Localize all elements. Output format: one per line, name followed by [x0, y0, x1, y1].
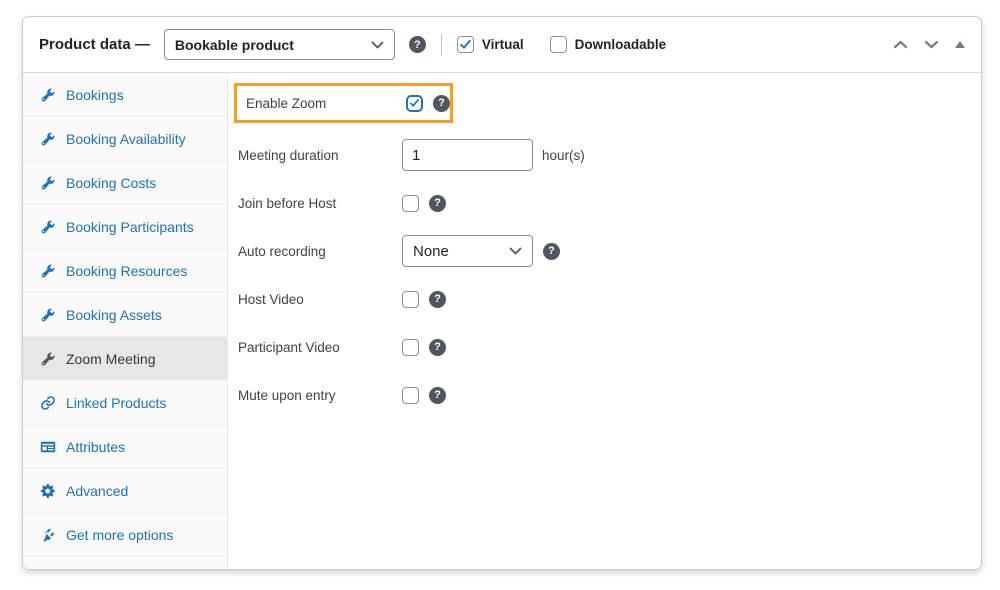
join-before-host-checkbox[interactable]: [402, 195, 419, 212]
mute-upon-entry-label: Mute upon entry: [238, 388, 402, 403]
downloadable-checkbox[interactable]: [550, 36, 567, 53]
wrench-icon: [40, 175, 56, 191]
auto-recording-select[interactable]: None: [402, 235, 533, 267]
tab-label: Booking Availability: [66, 131, 186, 147]
tab-advanced[interactable]: Advanced: [23, 469, 227, 513]
meeting-duration-row: Meeting duration hour(s): [238, 131, 981, 179]
check-icon: [408, 96, 421, 110]
tab-linked-products[interactable]: Linked Products: [23, 381, 227, 425]
tab-label: Zoom Meeting: [66, 351, 155, 367]
link-icon: [40, 395, 56, 411]
tab-label: Booking Participants: [66, 219, 194, 235]
tab-attributes[interactable]: Attributes: [23, 425, 227, 469]
tab-label: Get more options: [66, 527, 173, 543]
wrench-icon: [40, 307, 56, 323]
auto-recording-row: Auto recording None ?: [238, 227, 981, 275]
tab-booking-assets[interactable]: Booking Assets: [23, 293, 227, 337]
wrench-icon: [40, 351, 56, 367]
tab-bookings[interactable]: Bookings: [23, 73, 227, 117]
join-before-host-row: Join before Host ?: [238, 179, 981, 227]
tab-label: Booking Costs: [66, 175, 156, 191]
check-icon: [458, 37, 473, 52]
enable-zoom-label: Enable Zoom: [246, 96, 406, 111]
header-divider: [441, 34, 442, 56]
meeting-duration-input[interactable]: [402, 139, 533, 171]
product-data-header: Product data — Bookable product ? Virtua…: [23, 17, 981, 73]
downloadable-label: Downloadable: [575, 37, 667, 52]
zoom-meeting-settings: Enable Zoom ? Meeting duration hour(s) J…: [228, 73, 981, 570]
plug-icon: [40, 527, 56, 543]
participant-video-row: Participant Video ?: [238, 323, 981, 371]
mute-upon-entry-checkbox[interactable]: [402, 387, 419, 404]
auto-recording-label: Auto recording: [238, 244, 402, 259]
tab-label: Booking Resources: [66, 263, 187, 279]
mute-upon-entry-row: Mute upon entry ?: [238, 371, 981, 419]
help-icon[interactable]: ?: [429, 339, 446, 356]
wrench-icon: [40, 263, 56, 279]
gear-icon: [40, 483, 56, 499]
enable-zoom-checkbox[interactable]: [406, 95, 423, 112]
help-icon[interactable]: ?: [429, 195, 446, 212]
help-icon[interactable]: ?: [429, 291, 446, 308]
virtual-checkbox-group: Virtual: [457, 36, 524, 53]
downloadable-checkbox-group: Downloadable: [550, 36, 667, 53]
tab-label: Booking Assets: [66, 307, 162, 323]
panel-order-controls: [893, 40, 965, 49]
panel-title: Product data —: [39, 36, 150, 53]
tab-label: Bookings: [66, 87, 124, 103]
product-data-tabs: Bookings Booking Availability Booking Co…: [23, 73, 228, 570]
meeting-duration-label: Meeting duration: [238, 148, 402, 163]
join-before-host-label: Join before Host: [238, 196, 402, 211]
tab-label: Attributes: [66, 439, 125, 455]
product-type-value: Bookable product: [175, 37, 294, 53]
tab-row-clipped: [23, 557, 227, 570]
help-icon[interactable]: ?: [543, 243, 560, 260]
host-video-row: Host Video ?: [238, 275, 981, 323]
tab-booking-availability[interactable]: Booking Availability: [23, 117, 227, 161]
virtual-label: Virtual: [482, 37, 524, 52]
tab-booking-participants[interactable]: Booking Participants: [23, 205, 227, 249]
move-down-icon[interactable]: [924, 40, 939, 49]
auto-recording-value: None: [413, 243, 449, 260]
wrench-icon: [40, 219, 56, 235]
chevron-down-icon: [509, 247, 522, 255]
collapse-panel-icon[interactable]: [955, 41, 965, 48]
virtual-checkbox[interactable]: [457, 36, 474, 53]
chevron-down-icon: [371, 41, 384, 49]
enable-zoom-highlight: Enable Zoom ?: [234, 83, 453, 123]
wrench-icon: [40, 131, 56, 147]
help-icon[interactable]: ?: [429, 387, 446, 404]
host-video-checkbox[interactable]: [402, 291, 419, 308]
tab-get-more-options[interactable]: Get more options: [23, 513, 227, 557]
product-data-body: Bookings Booking Availability Booking Co…: [23, 73, 981, 570]
attributes-icon: [40, 439, 56, 455]
meeting-duration-suffix: hour(s): [542, 148, 585, 163]
wrench-icon: [40, 87, 56, 103]
host-video-label: Host Video: [238, 292, 402, 307]
tab-booking-costs[interactable]: Booking Costs: [23, 161, 227, 205]
move-up-icon[interactable]: [893, 40, 908, 49]
product-data-panel: Product data — Bookable product ? Virtua…: [22, 16, 982, 570]
help-icon[interactable]: ?: [409, 36, 426, 53]
participant-video-checkbox[interactable]: [402, 339, 419, 356]
tab-label: Linked Products: [66, 395, 166, 411]
tab-label: Advanced: [66, 483, 128, 499]
tab-zoom-meeting[interactable]: Zoom Meeting: [23, 337, 227, 381]
tab-booking-resources[interactable]: Booking Resources: [23, 249, 227, 293]
help-icon[interactable]: ?: [433, 95, 450, 112]
product-type-select[interactable]: Bookable product: [164, 29, 395, 60]
participant-video-label: Participant Video: [238, 340, 402, 355]
